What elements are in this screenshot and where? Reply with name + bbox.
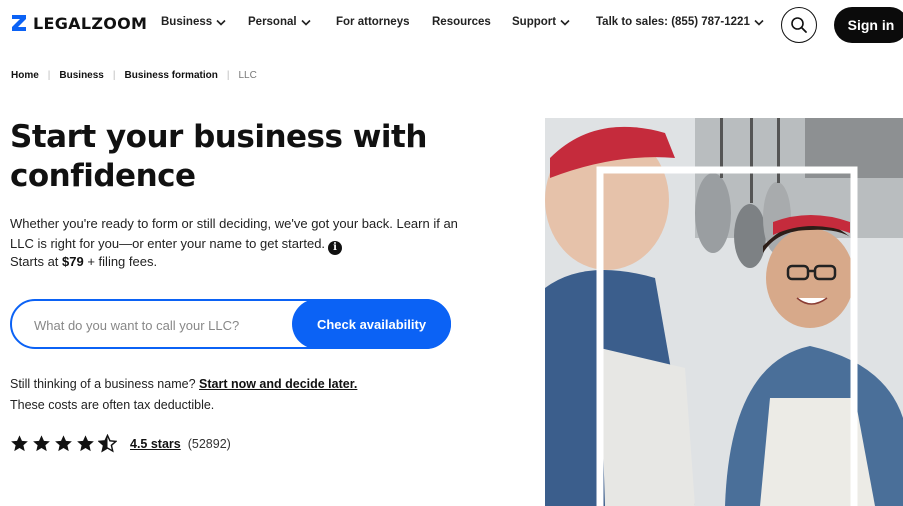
start-now-link[interactable]: Start now and decide later. [199,377,357,391]
search-icon [791,17,807,33]
info-icon[interactable]: i [328,241,343,255]
nav-business[interactable]: Business [161,16,226,28]
hero-photo [545,118,903,506]
legalzoom-logo[interactable]: LEGALZOOM [11,13,147,33]
breadcrumb-home[interactable]: Home [11,70,39,81]
star-full-icon [33,435,50,452]
search-button[interactable] [781,7,817,43]
nav-personal-label: Personal [248,16,297,28]
brand-name: LEGALZOOM [33,13,148,33]
nav-support[interactable]: Support [512,16,570,28]
llc-name-search: Check availability [10,299,451,349]
price-note: Starts at $79 + filing fees. [10,254,157,269]
nav-support-label: Support [512,16,557,28]
sign-in-button[interactable]: Sign in [834,7,903,43]
breadcrumb-current: LLC [238,70,257,81]
nav-resources-label: Resources [432,16,491,28]
breadcrumb-business[interactable]: Business [59,70,103,81]
price-prefix: Starts at [10,254,63,269]
tax-deductible-note: These costs are often tax deductible. [10,398,215,412]
llc-name-input[interactable] [34,314,284,336]
top-navigation: LEGALZOOM Business Personal For attorney… [0,0,903,50]
breadcrumb-separator: | [112,70,116,81]
star-full-icon [11,435,28,452]
breadcrumb: Home | Business | Business formation | L… [11,70,257,81]
price-value: $79 [62,254,84,269]
price-suffix: + filing fees. [83,254,158,269]
nav-business-label: Business [161,16,213,28]
chevron-down-icon [301,19,311,26]
hero-description: Whether you're ready to form or still de… [10,214,460,255]
hero-photo-illustration [545,118,903,506]
nav-resources[interactable]: Resources [432,16,491,28]
check-availability-button[interactable]: Check availability [292,299,451,349]
nav-personal[interactable]: Personal [248,16,311,28]
nav-talk-to-sales-label: Talk to sales: (855) 787-1221 [596,16,750,28]
logo-mark-icon [12,15,26,31]
chevron-down-icon [216,19,226,26]
still-thinking-note: Still thinking of a business name? Start… [10,377,357,391]
rating-link[interactable]: 4.5 stars [130,437,181,451]
star-rating: 4.5 stars (52892) [10,434,231,453]
chevron-down-icon [560,19,570,26]
still-thinking-text: Still thinking of a business name? [10,377,199,391]
page-title: Start your business with confidence [10,119,427,194]
chevron-down-icon [754,19,764,26]
rating-count: (52892) [187,436,231,451]
breadcrumb-separator: | [226,70,230,81]
star-full-icon [77,435,94,452]
breadcrumb-business-formation[interactable]: Business formation [124,70,217,81]
hero-description-text: Whether you're ready to form or still de… [10,216,458,251]
star-half-icon [98,434,117,453]
star-full-icon [55,435,72,452]
nav-for-attorneys[interactable]: For attorneys [336,16,410,28]
breadcrumb-separator: | [47,70,51,81]
nav-talk-to-sales[interactable]: Talk to sales: (855) 787-1221 [596,16,764,28]
nav-for-attorneys-label: For attorneys [336,16,410,28]
